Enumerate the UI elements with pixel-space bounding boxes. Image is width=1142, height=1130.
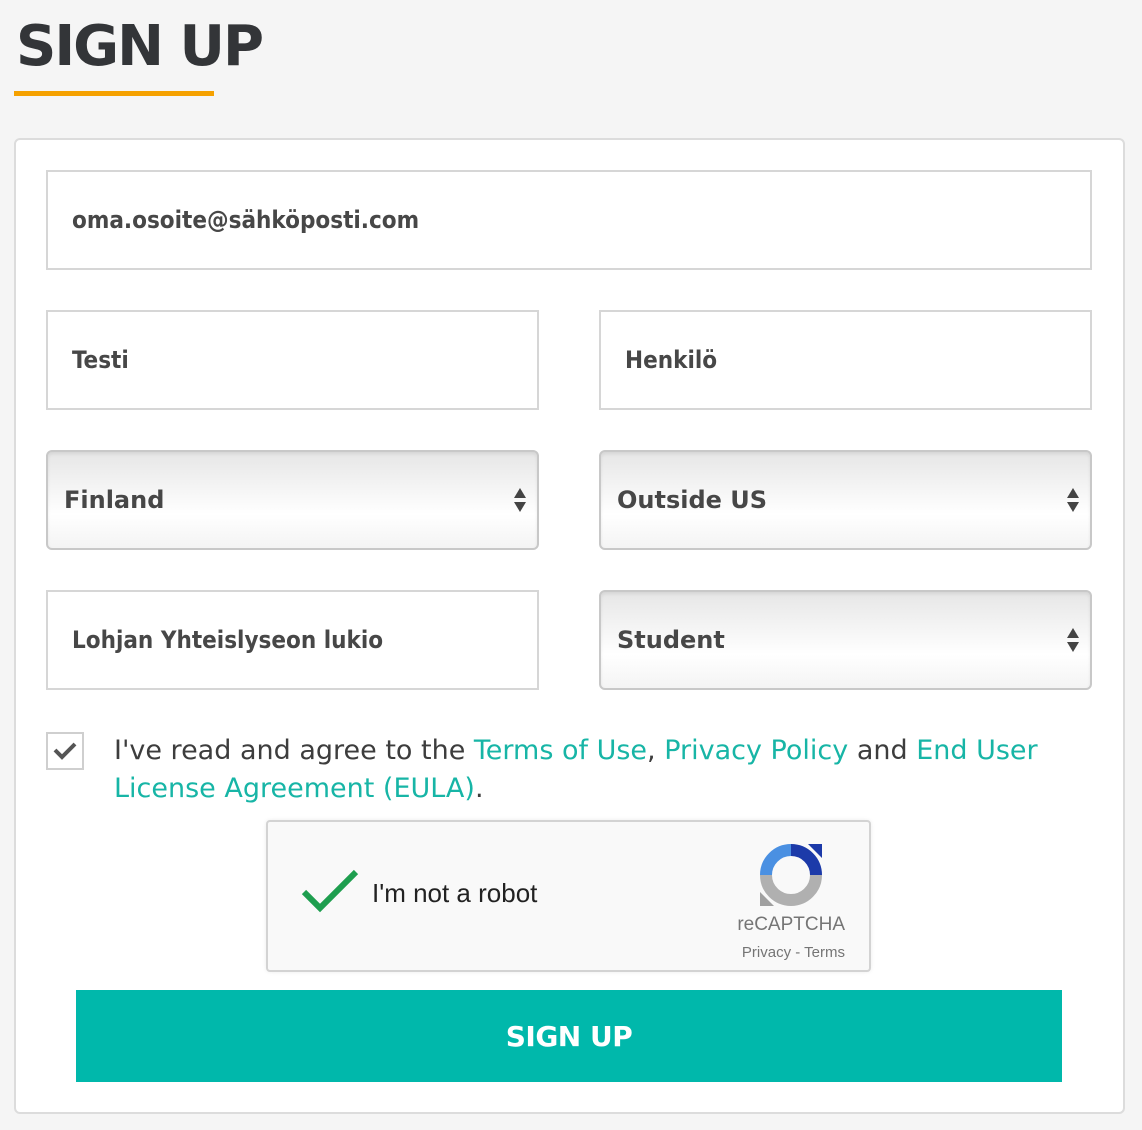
last-name-field[interactable]: Henkilö — [599, 310, 1092, 410]
first-name-value: Testi — [72, 346, 129, 374]
school-field[interactable]: Lohjan Yhteislyseon lukio — [46, 590, 539, 690]
sign-up-button[interactable]: SIGN UP — [76, 990, 1062, 1082]
state-select[interactable]: Outside US — [599, 450, 1092, 550]
email-value: oma.osoite@sähköposti.com — [72, 206, 420, 234]
country-select[interactable]: Finland — [46, 450, 539, 550]
select-arrows-icon — [1067, 628, 1079, 652]
agree-comma: , — [647, 735, 665, 766]
title-underline — [14, 91, 214, 96]
role-selected: Student — [617, 626, 725, 654]
recaptcha-widget: I'm not a robot reCAPTCHA Privacy - Term… — [266, 820, 871, 972]
country-selected: Finland — [64, 486, 165, 514]
privacy-policy-link[interactable]: Privacy Policy — [664, 735, 848, 766]
recaptcha-logo-icon — [760, 844, 822, 906]
select-arrows-icon — [514, 488, 526, 512]
recaptcha-brand: reCAPTCHA — [737, 914, 845, 935]
page-title: SIGN UP — [16, 14, 264, 79]
checkmark-icon — [53, 742, 77, 760]
recaptcha-check-icon[interactable] — [300, 868, 360, 916]
agree-and: and — [848, 735, 917, 766]
school-value: Lohjan Yhteislyseon lukio — [72, 626, 384, 654]
last-name-value: Henkilö — [625, 346, 718, 374]
first-name-field[interactable]: Testi — [46, 310, 539, 410]
email-field[interactable]: oma.osoite@sähköposti.com — [46, 170, 1092, 270]
agree-checkbox[interactable] — [46, 732, 84, 770]
agree-suffix: . — [474, 773, 484, 804]
recaptcha-privacy-terms-link[interactable]: Privacy - Terms — [742, 944, 845, 961]
recaptcha-label: I'm not a robot — [372, 878, 538, 908]
agree-prefix: I've read and agree to the — [114, 735, 474, 766]
select-arrows-icon — [1067, 488, 1079, 512]
state-selected: Outside US — [617, 486, 768, 514]
terms-of-use-link[interactable]: Terms of Use — [474, 735, 647, 766]
agree-text: I've read and agree to the Terms of Use,… — [114, 732, 1074, 808]
role-select[interactable]: Student — [599, 590, 1092, 690]
